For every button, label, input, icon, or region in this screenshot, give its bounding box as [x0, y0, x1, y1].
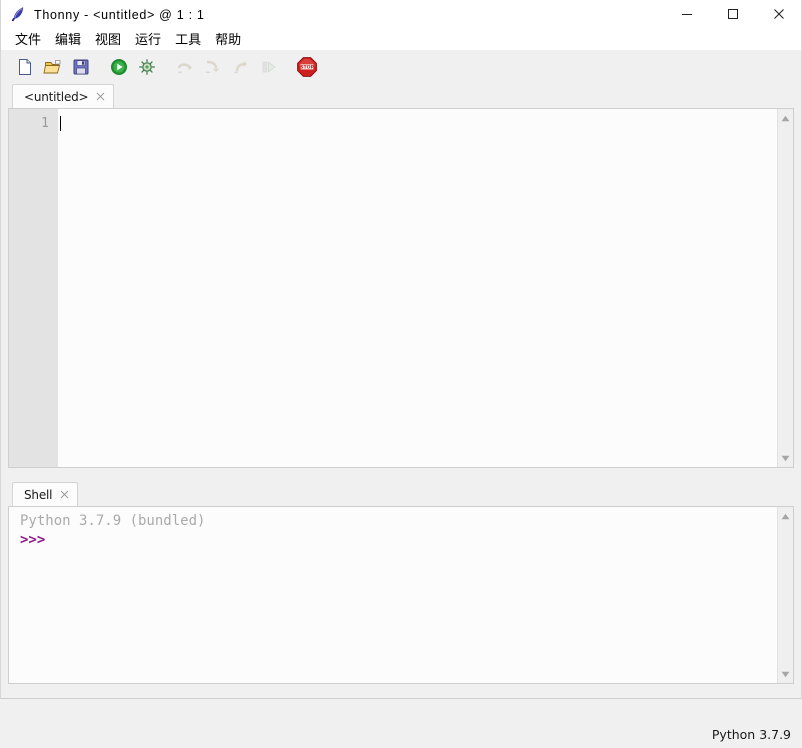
maximize-icon — [728, 9, 738, 19]
panel-divider[interactable] — [8, 468, 794, 481]
editor-caret — [60, 116, 61, 131]
step-out-icon — [234, 60, 247, 73]
editor-text-area[interactable]: 1 — [8, 108, 794, 468]
menu-item-help[interactable]: 帮助 — [208, 28, 248, 50]
thonny-window: Thonny - <untitled> @ 1 : 1 文件 编辑 视图 运行 … — [0, 0, 802, 748]
editor-tabstrip: <untitled> — [8, 83, 794, 108]
triangle-up-icon[interactable] — [779, 112, 793, 124]
editor-tab-untitled[interactable]: <untitled> — [12, 84, 115, 108]
shell-tab-close-icon[interactable] — [59, 489, 70, 500]
menu-item-tools[interactable]: 工具 — [168, 28, 208, 50]
menu-item-file[interactable]: 文件 — [8, 28, 48, 50]
interpreter-status[interactable]: Python 3.7.9 — [712, 727, 791, 742]
shell-vertical-scrollbar[interactable] — [777, 507, 793, 683]
statusbar: Python 3.7.9 — [0, 721, 802, 748]
close-icon — [774, 9, 784, 19]
step-into-icon — [206, 60, 220, 73]
editor-line-number: 1 — [41, 116, 49, 131]
shell-prompt: >>> — [20, 532, 46, 548]
stop-icon: STOP — [297, 56, 317, 77]
window-title: Thonny - <untitled> @ 1 : 1 — [34, 8, 205, 22]
step-over-icon — [177, 62, 192, 73]
run-button[interactable] — [106, 54, 132, 80]
shell-output[interactable]: Python 3.7.9 (bundled) >>> — [9, 507, 777, 683]
new-file-icon — [19, 58, 31, 75]
shell-tabstrip: Shell — [8, 481, 794, 506]
triangle-up-icon[interactable] — [779, 510, 793, 522]
new-file-button[interactable] — [12, 54, 38, 80]
editor-vertical-scrollbar[interactable] — [777, 109, 793, 467]
feather-quill-icon — [9, 5, 27, 23]
shell-text-area[interactable]: Python 3.7.9 (bundled) >>> — [8, 506, 794, 684]
menubar: 文件 编辑 视图 运行 工具 帮助 — [0, 28, 802, 50]
save-file-button[interactable] — [68, 54, 94, 80]
minimize-button[interactable] — [664, 0, 710, 28]
shell-tab-label: Shell — [24, 487, 53, 502]
stop-button[interactable]: STOP — [294, 54, 320, 80]
body-area: <untitled> 1 Shell Python 3.7.9 (bundled… — [0, 83, 802, 721]
shell-tab[interactable]: Shell — [12, 482, 79, 506]
triangle-down-icon[interactable] — [779, 452, 793, 464]
editor-tab-close-icon[interactable] — [95, 91, 106, 102]
menu-item-edit[interactable]: 编辑 — [48, 28, 88, 50]
shell-banner: Python 3.7.9 (bundled) — [20, 513, 206, 529]
triangle-down-icon[interactable] — [779, 668, 793, 680]
close-button[interactable] — [756, 0, 802, 28]
editor-code-area[interactable] — [58, 109, 777, 467]
editor-gutter: 1 — [9, 109, 58, 467]
shell-panel: Shell Python 3.7.9 (bundled) >>> — [8, 481, 794, 684]
toolbar: STOP — [0, 50, 802, 83]
menu-item-run[interactable]: 运行 — [128, 28, 168, 50]
save-file-icon — [73, 59, 89, 74]
resume-button[interactable] — [256, 54, 282, 80]
step-over-button[interactable] — [172, 54, 198, 80]
step-into-button[interactable] — [200, 54, 226, 80]
titlebar: Thonny - <untitled> @ 1 : 1 — [0, 0, 802, 28]
minimize-icon — [682, 14, 692, 15]
svg-text:STOP: STOP — [300, 64, 314, 70]
window-controls — [664, 0, 802, 28]
editor-tab-label: <untitled> — [24, 89, 89, 104]
open-file-button[interactable] — [40, 54, 66, 80]
run-icon — [111, 58, 127, 75]
resume-icon — [262, 60, 276, 73]
open-file-icon — [43, 59, 61, 73]
menu-item-view[interactable]: 视图 — [88, 28, 128, 50]
editor-panel: <untitled> 1 — [8, 83, 794, 468]
maximize-button[interactable] — [710, 0, 756, 28]
step-out-button[interactable] — [228, 54, 254, 80]
debug-icon — [139, 58, 155, 75]
debug-button[interactable] — [134, 54, 160, 80]
